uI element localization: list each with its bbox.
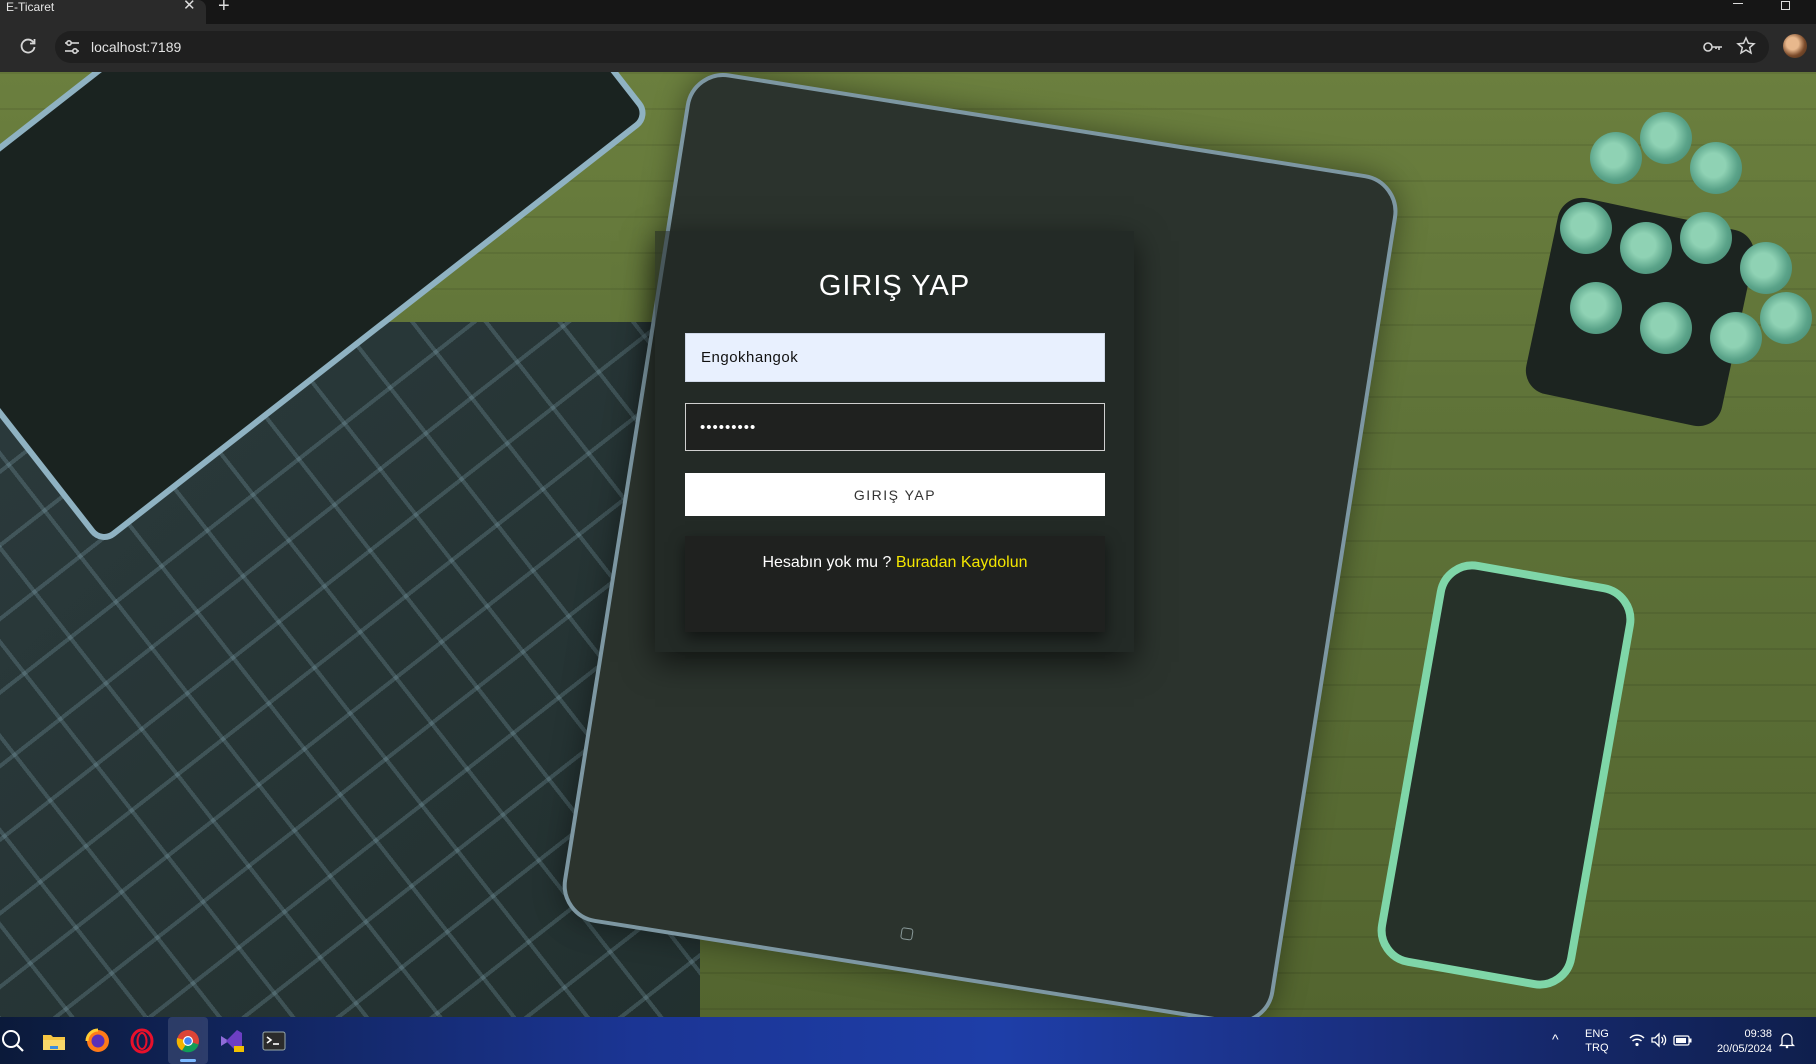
taskbar: ^ ENG TRQ 09:38 20/05/2024 (0, 1017, 1816, 1064)
minimize-icon[interactable] (1731, 0, 1745, 10)
page-background: GIRIŞ YAP GIRIŞ YAP Hesabın yok mu ? Bur… (0, 72, 1816, 1017)
system-clock[interactable]: 09:38 20/05/2024 (1704, 1027, 1772, 1057)
plant-leaf (1740, 242, 1792, 294)
clock-time: 09:38 (1744, 1028, 1772, 1040)
terminal-icon[interactable] (260, 1027, 288, 1055)
tray-chevron-icon[interactable]: ^ (1552, 1031, 1559, 1047)
register-prompt-text: Hesabın yok mu ? (762, 554, 896, 571)
register-link[interactable]: Buradan Kaydolun (896, 554, 1028, 571)
restore-icon[interactable] (1778, 0, 1792, 12)
phone-image (1371, 555, 1641, 995)
tab-close-icon[interactable]: ✕ (183, 0, 196, 13)
register-panel (685, 536, 1105, 632)
plant-leaf (1640, 302, 1692, 354)
browser-tab[interactable]: E-Ticaret ✕ (0, 0, 206, 24)
battery-icon[interactable] (1673, 1032, 1693, 1048)
plant-leaf (1620, 222, 1672, 274)
plant-leaf (1760, 292, 1812, 344)
plant-leaf (1560, 202, 1612, 254)
firefox-icon[interactable] (84, 1027, 112, 1055)
plant-leaf (1640, 112, 1692, 164)
username-input[interactable] (685, 333, 1105, 382)
browser-toolbar: localhost:7189 (0, 24, 1816, 72)
site-info-icon[interactable] (63, 38, 81, 56)
login-title: GIRIŞ YAP (818, 270, 971, 302)
url-text[interactable]: localhost:7189 (91, 39, 181, 55)
address-bar[interactable]: localhost:7189 (55, 31, 1769, 63)
plant-leaf (1680, 212, 1732, 264)
language-code: ENG (1585, 1028, 1609, 1040)
keyboard-layout: TRQ (1585, 1042, 1609, 1054)
clock-date: 20/05/2024 (1716, 1043, 1772, 1055)
plant-leaf (1710, 312, 1762, 364)
tablet-home-button-image (900, 927, 914, 941)
plant-leaf (1570, 282, 1622, 334)
opera-icon[interactable] (128, 1027, 156, 1055)
plant-leaf (1590, 132, 1642, 184)
reload-icon[interactable] (18, 36, 38, 56)
bookmark-star-icon[interactable] (1736, 36, 1756, 56)
tab-title: E-Ticaret (6, 0, 55, 14)
register-prompt: Hesabın yok mu ? Buradan Kaydolun (685, 554, 1105, 572)
new-tab-button[interactable]: + (218, 0, 230, 16)
wifi-icon[interactable] (1628, 1031, 1646, 1049)
notification-bell-icon[interactable] (1778, 1031, 1796, 1049)
chrome-icon[interactable] (174, 1027, 202, 1055)
plant-leaf (1690, 142, 1742, 194)
login-card: GIRIŞ YAP GIRIŞ YAP Hesabın yok mu ? Bur… (655, 231, 1134, 652)
search-icon[interactable] (0, 1027, 28, 1055)
password-input[interactable] (685, 403, 1105, 451)
file-explorer-icon[interactable] (40, 1027, 68, 1055)
password-key-icon[interactable] (1702, 38, 1724, 56)
visual-studio-icon[interactable] (217, 1027, 245, 1055)
tab-strip: E-Ticaret ✕ + (0, 0, 1816, 24)
active-indicator (180, 1059, 196, 1062)
language-indicator[interactable]: ENG TRQ (1585, 1027, 1609, 1055)
profile-avatar[interactable] (1783, 34, 1807, 58)
volume-icon[interactable] (1650, 1031, 1668, 1049)
login-button[interactable]: GIRIŞ YAP (685, 473, 1105, 516)
